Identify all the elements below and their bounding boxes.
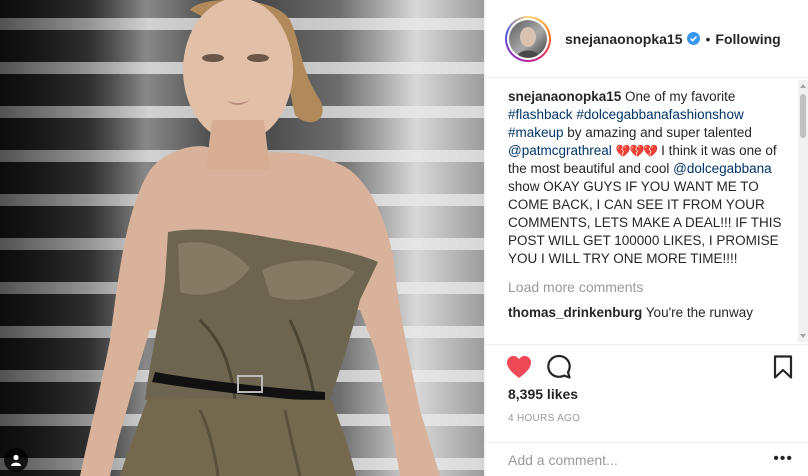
post-actions-bar (485, 344, 808, 388)
comment-bubble-icon (547, 354, 571, 379)
separator-dot: • (705, 30, 711, 47)
list-item: thomas_drinkenburg You're the runway (508, 304, 783, 322)
save-button[interactable] (769, 353, 797, 381)
verified-badge-icon (686, 32, 700, 45)
mention-link[interactable]: @dolcegabbana (673, 161, 772, 176)
caption-text: by amazing and super talented (563, 125, 752, 140)
avatar-image (509, 19, 547, 58)
bookmark-icon (773, 355, 793, 379)
comments-scrollbar[interactable] (798, 80, 808, 342)
broken-heart-emojis: 💔💔💔 (615, 144, 659, 158)
more-options-icon[interactable]: ••• (773, 451, 793, 467)
post-caption: snejanaonopka15 One of my favorite #flas… (508, 88, 783, 268)
hashtag-link[interactable]: #makeup (508, 125, 564, 140)
scroll-down-arrow-icon[interactable] (800, 334, 806, 338)
user-tag-icon[interactable] (4, 448, 28, 472)
comment-button[interactable] (545, 353, 573, 381)
model-figure (80, 0, 440, 476)
scrollbar-thumb[interactable] (800, 94, 806, 138)
caption-text: One of my favorite (621, 89, 736, 104)
likes-count[interactable]: 8,395 likes (508, 386, 578, 402)
heart-filled-icon (507, 356, 531, 378)
add-comment-section: ••• (485, 442, 808, 476)
hashtag-link[interactable]: #dolcegabbanafashionshow (576, 107, 743, 122)
post-photo[interactable] (0, 0, 484, 476)
avatar[interactable] (505, 15, 551, 62)
caption-text: show OKAY GUYS IF YOU WANT ME TO COME BA… (508, 179, 782, 266)
following-button[interactable]: Following (715, 31, 780, 47)
comment-input[interactable] (508, 451, 748, 468)
post-author-username[interactable]: snejanaonopka15 (565, 31, 683, 47)
post-timestamp[interactable]: 4 HOURS AGO (508, 413, 580, 424)
load-more-comments-button[interactable]: Load more comments (508, 278, 783, 296)
like-button[interactable] (505, 353, 533, 381)
scroll-up-arrow-icon[interactable] (800, 84, 806, 88)
post-side-panel: snejanaonopka15 • Following snejanaonopk… (484, 0, 808, 476)
comment-username[interactable]: thomas_drinkenburg (508, 305, 642, 320)
mention-link[interactable]: @patmcgrathreal (508, 143, 612, 158)
caption-username[interactable]: snejanaonopka15 (508, 89, 621, 104)
comment-text: You're the runway (645, 305, 753, 320)
comments-list: snejanaonopka15 One of my favorite #flas… (485, 88, 797, 344)
post-header: snejanaonopka15 • Following (485, 0, 808, 78)
hashtag-link[interactable]: #flashback (508, 107, 573, 122)
